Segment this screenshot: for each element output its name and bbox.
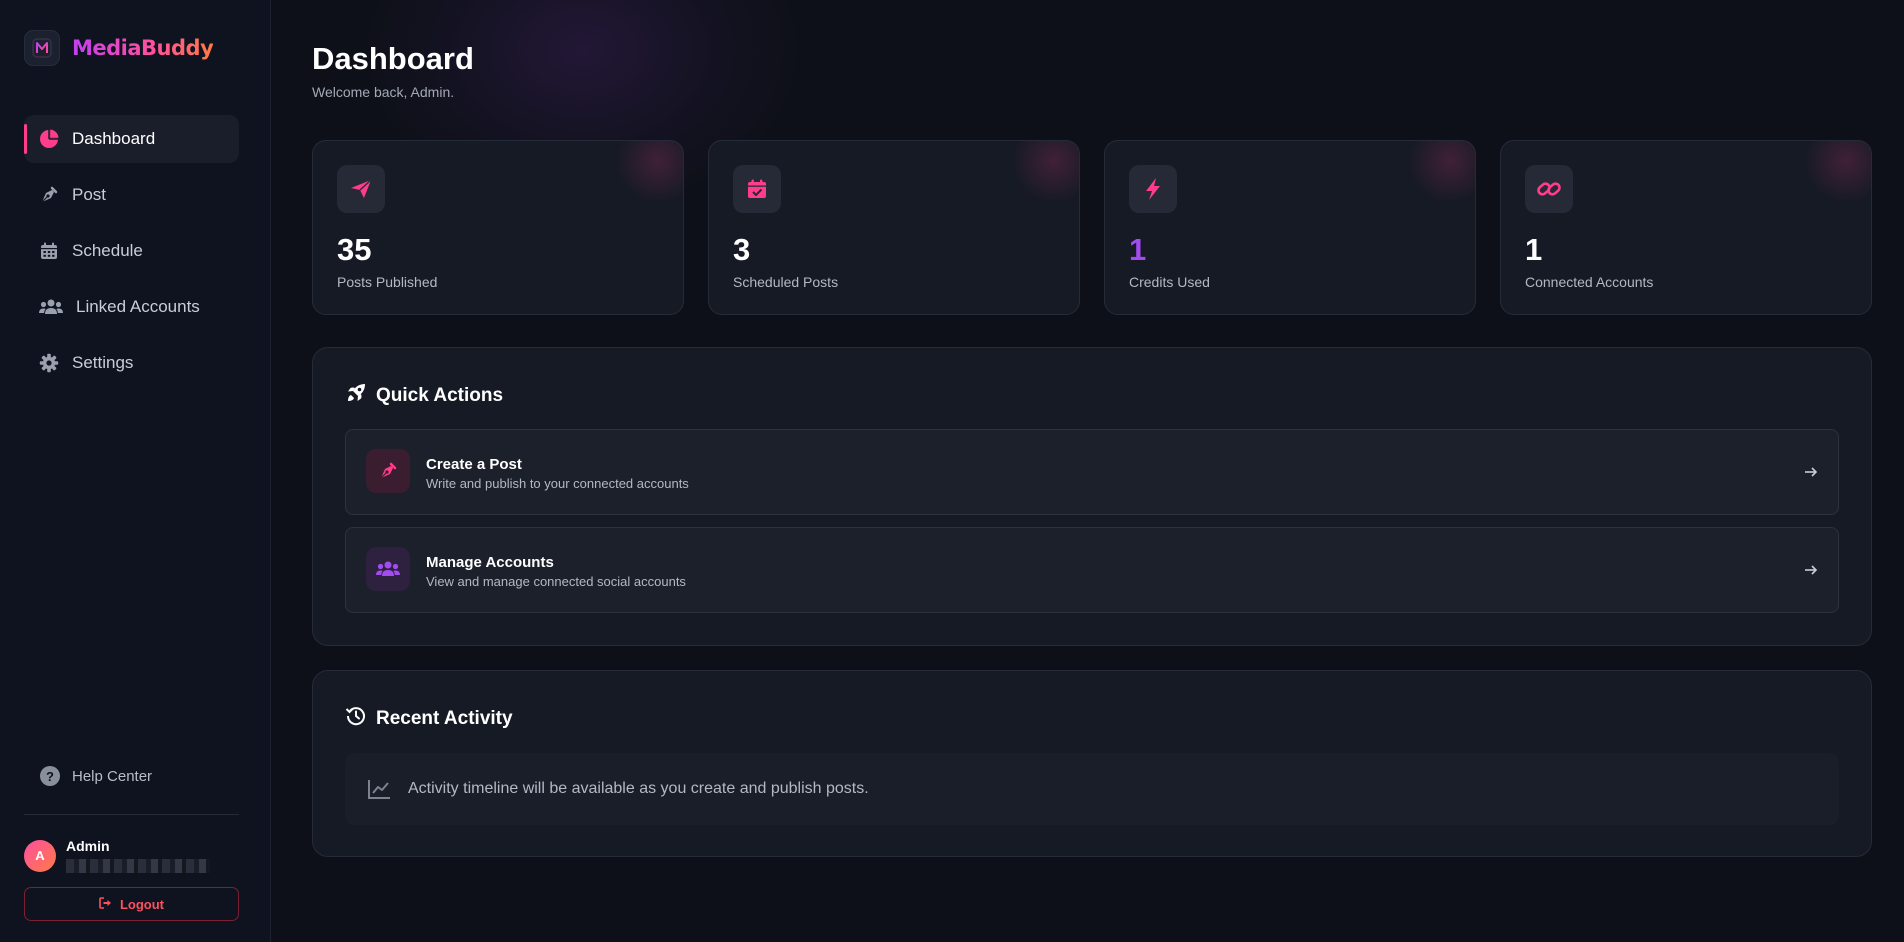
avatar: A <box>24 839 56 872</box>
link-icon <box>1525 165 1573 213</box>
recent-activity-panel: Recent Activity Activity timeline will b… <box>312 670 1872 857</box>
paper-plane-icon <box>337 165 385 213</box>
stat-card-scheduled-posts: 3 Scheduled Posts <box>708 140 1080 315</box>
manage-accounts-action[interactable]: Manage Accounts View and manage connecte… <box>345 527 1839 613</box>
sidebar-item-label: Dashboard <box>72 129 156 148</box>
logout-label: Logout <box>119 896 165 912</box>
stat-value: 35 <box>337 232 372 267</box>
stat-label: Credits Used <box>1129 274 1210 290</box>
brand[interactable]: MediaBuddy <box>24 30 214 66</box>
sidebar-item-post[interactable]: Post <box>24 171 239 219</box>
sidebar-item-label: Schedule <box>72 241 143 260</box>
brand-logo-icon <box>24 30 60 66</box>
stat-card-connected-accounts: 1 Connected Accounts <box>1500 140 1872 315</box>
pen-nib-icon <box>38 184 60 206</box>
action-description: Write and publish to your connected acco… <box>426 476 689 491</box>
create-post-action[interactable]: Create a Post Write and publish to your … <box>345 429 1839 515</box>
calendar-icon <box>38 240 60 262</box>
sidebar-divider <box>24 814 239 815</box>
app: MediaBuddy Dashboard Post Schedule Linke… <box>0 0 1904 942</box>
sidebar-item-schedule[interactable]: Schedule <box>24 227 239 275</box>
action-title: Create a Post <box>426 456 522 473</box>
pie-chart-icon <box>38 128 60 150</box>
user-profile: A Admin <box>24 838 210 873</box>
stat-value: 1 <box>1525 232 1543 267</box>
sidebar-item-label: Linked Accounts <box>76 297 200 316</box>
action-description: View and manage connected social account… <box>426 574 686 589</box>
users-icon <box>366 547 410 591</box>
activity-empty-state: Activity timeline will be available as y… <box>345 753 1839 825</box>
bolt-icon <box>1129 165 1177 213</box>
brand-name: MediaBuddy <box>72 36 214 60</box>
page-title: Dashboard <box>312 41 474 76</box>
quick-actions-panel: Quick Actions Create a Post Write and pu… <box>312 347 1872 646</box>
help-center-label: Help Center <box>72 767 153 785</box>
sidebar-item-dashboard[interactable]: Dashboard <box>24 115 239 163</box>
calendar-check-icon <box>733 165 781 213</box>
stat-value: 1 <box>1129 232 1147 267</box>
logout-icon <box>99 896 113 912</box>
history-icon <box>345 705 367 733</box>
quick-actions-title: Quick Actions <box>376 385 504 406</box>
pen-nib-icon <box>366 449 410 493</box>
activity-empty-text: Activity timeline will be available as y… <box>408 780 869 797</box>
help-center-link[interactable]: ? Help Center <box>40 766 152 786</box>
recent-activity-heading: Recent Activity <box>345 705 513 733</box>
sidebar-item-linked-accounts[interactable]: Linked Accounts <box>24 283 239 331</box>
main-content: Dashboard Welcome back, Admin. 35 Posts … <box>272 0 1904 942</box>
sidebar-item-label: Settings <box>72 353 134 372</box>
stat-label: Scheduled Posts <box>733 274 839 290</box>
stats-row: 35 Posts Published 3 Scheduled Posts 1 C… <box>312 140 1872 315</box>
sidebar-item-label: Post <box>72 185 107 204</box>
stat-card-credits-used: 1 Credits Used <box>1104 140 1476 315</box>
users-icon <box>38 296 64 318</box>
sidebar: MediaBuddy Dashboard Post Schedule Linke… <box>0 0 271 942</box>
arrow-right-icon <box>1802 463 1820 481</box>
question-icon: ? <box>40 766 60 786</box>
user-email-redacted <box>66 859 210 873</box>
user-name: Admin <box>66 838 110 854</box>
stat-value: 3 <box>733 232 751 267</box>
stat-label: Connected Accounts <box>1525 274 1654 290</box>
sidebar-nav: Dashboard Post Schedule Linked Accounts <box>24 115 239 395</box>
logout-button[interactable]: Logout <box>24 887 239 921</box>
action-title: Manage Accounts <box>426 554 554 571</box>
sidebar-item-settings[interactable]: Settings <box>24 339 239 387</box>
line-chart-icon <box>367 778 391 800</box>
stat-card-posts-published: 35 Posts Published <box>312 140 684 315</box>
recent-activity-title: Recent Activity <box>376 708 513 729</box>
page-subtitle: Welcome back, Admin. <box>312 84 455 100</box>
arrow-right-icon <box>1802 561 1820 579</box>
quick-actions-heading: Quick Actions <box>345 382 503 410</box>
stat-label: Posts Published <box>337 274 438 290</box>
rocket-icon <box>345 382 367 410</box>
gear-icon <box>38 352 60 374</box>
